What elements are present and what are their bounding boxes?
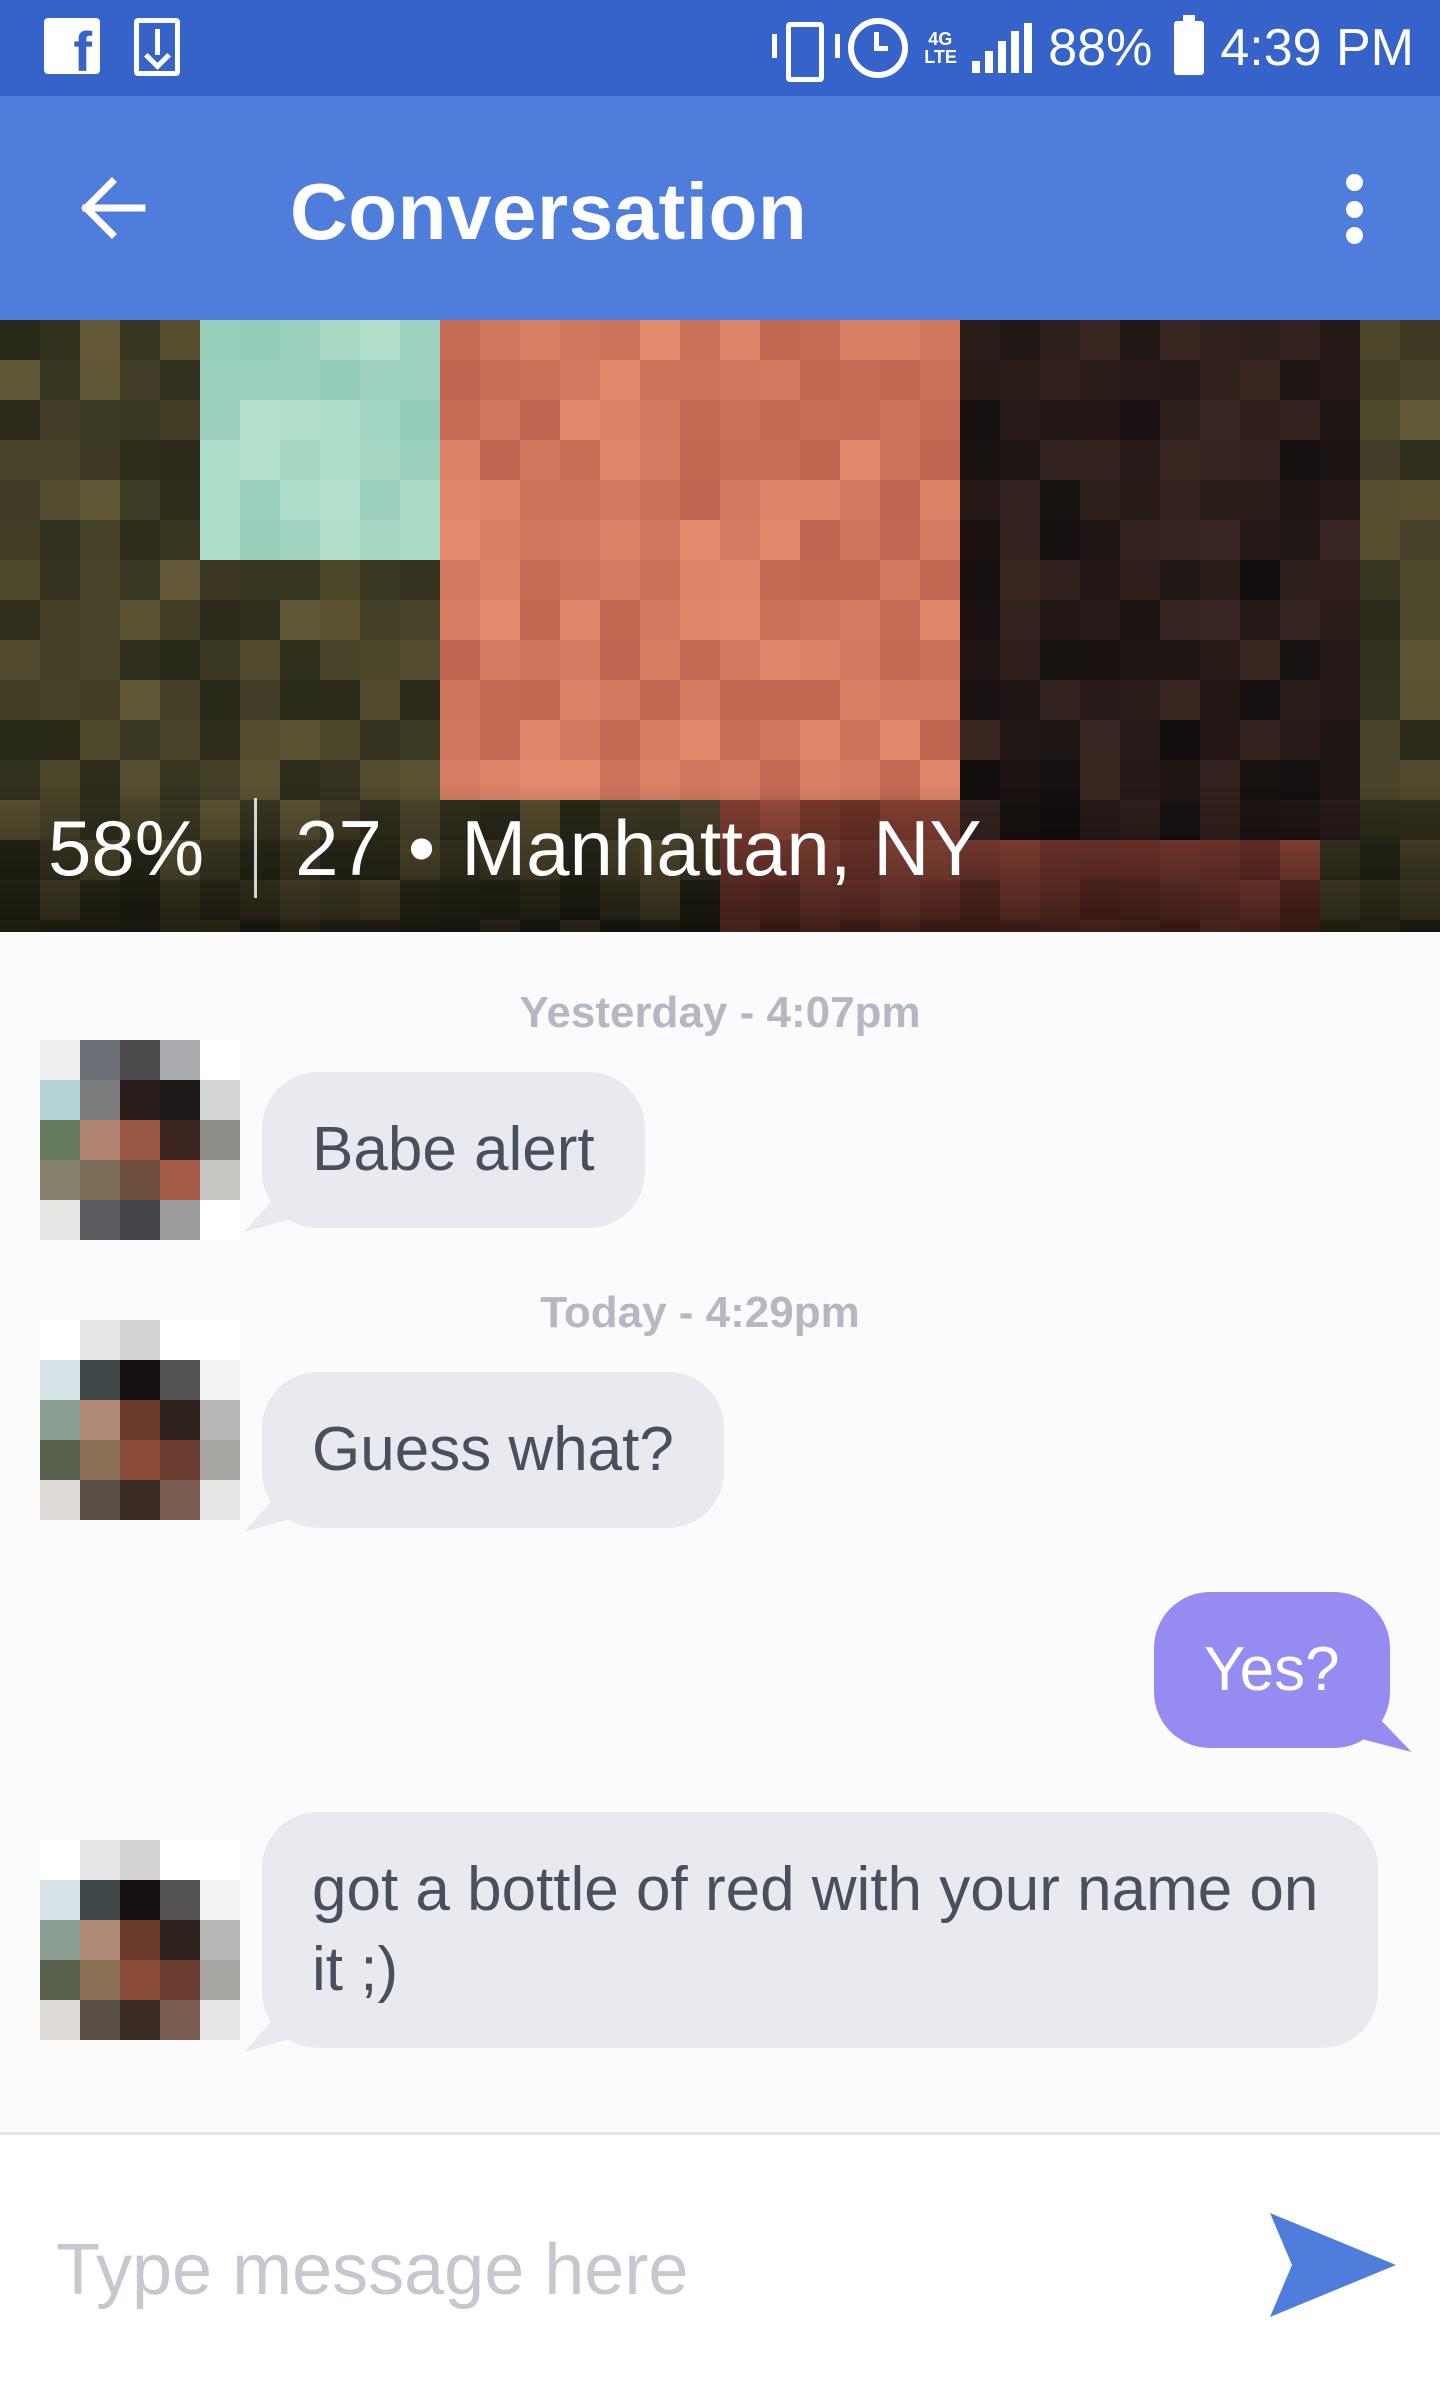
more-vertical-icon[interactable] — [1342, 174, 1366, 244]
message-bubble-incoming[interactable]: got a bottle of red with your name on it… — [262, 1812, 1378, 2048]
message-list[interactable]: Yesterday - 4:07pm Babe alert Today - 4:… — [0, 932, 1440, 2132]
message-timestamp: Yesterday - 4:07pm — [519, 988, 921, 1037]
avatar[interactable] — [40, 1840, 240, 2040]
profile-header[interactable]: 58% 27 • Manhattan, NY — [0, 320, 1440, 932]
status-bar-system: 4G LTE 88% 4:39 PM — [770, 12, 1414, 84]
battery-icon — [1174, 15, 1205, 75]
vibrate-icon — [770, 20, 841, 82]
download-icon — [134, 18, 180, 76]
profile-info: 58% 27 • Manhattan, NY — [48, 798, 982, 898]
battery-percent: 88% — [1048, 19, 1153, 77]
avatar[interactable] — [40, 1040, 240, 1240]
message-bubble-incoming[interactable]: Guess what? — [262, 1372, 724, 1528]
page-title: Conversation — [290, 167, 808, 256]
avatar[interactable] — [40, 1320, 240, 1520]
profile-divider — [254, 798, 258, 898]
signal-icon — [972, 23, 1033, 73]
arrow-left-icon[interactable] — [78, 174, 146, 242]
status-bar: f 4G LTE 88% 4:39 PM — [0, 0, 1440, 96]
app-bar: Conversation — [0, 96, 1440, 320]
match-percent: 58% — [48, 803, 205, 892]
message-bubble-outgoing[interactable]: Yes? — [1154, 1592, 1390, 1748]
facebook-icon: f — [44, 18, 100, 80]
profile-age: 27 — [295, 803, 382, 892]
clock: 4:39 PM — [1220, 19, 1414, 77]
send-icon[interactable] — [1268, 2211, 1398, 2319]
alarm-icon — [848, 18, 909, 78]
message-composer — [0, 2132, 1440, 2392]
4g-lte-icon: 4G LTE — [924, 29, 957, 67]
profile-location: Manhattan, NY — [461, 803, 982, 892]
status-bar-notifications: f — [44, 18, 180, 80]
message-input[interactable] — [56, 2215, 1206, 2325]
message-bubble-incoming[interactable]: Babe alert — [262, 1072, 645, 1228]
profile-separator: • — [407, 803, 436, 892]
